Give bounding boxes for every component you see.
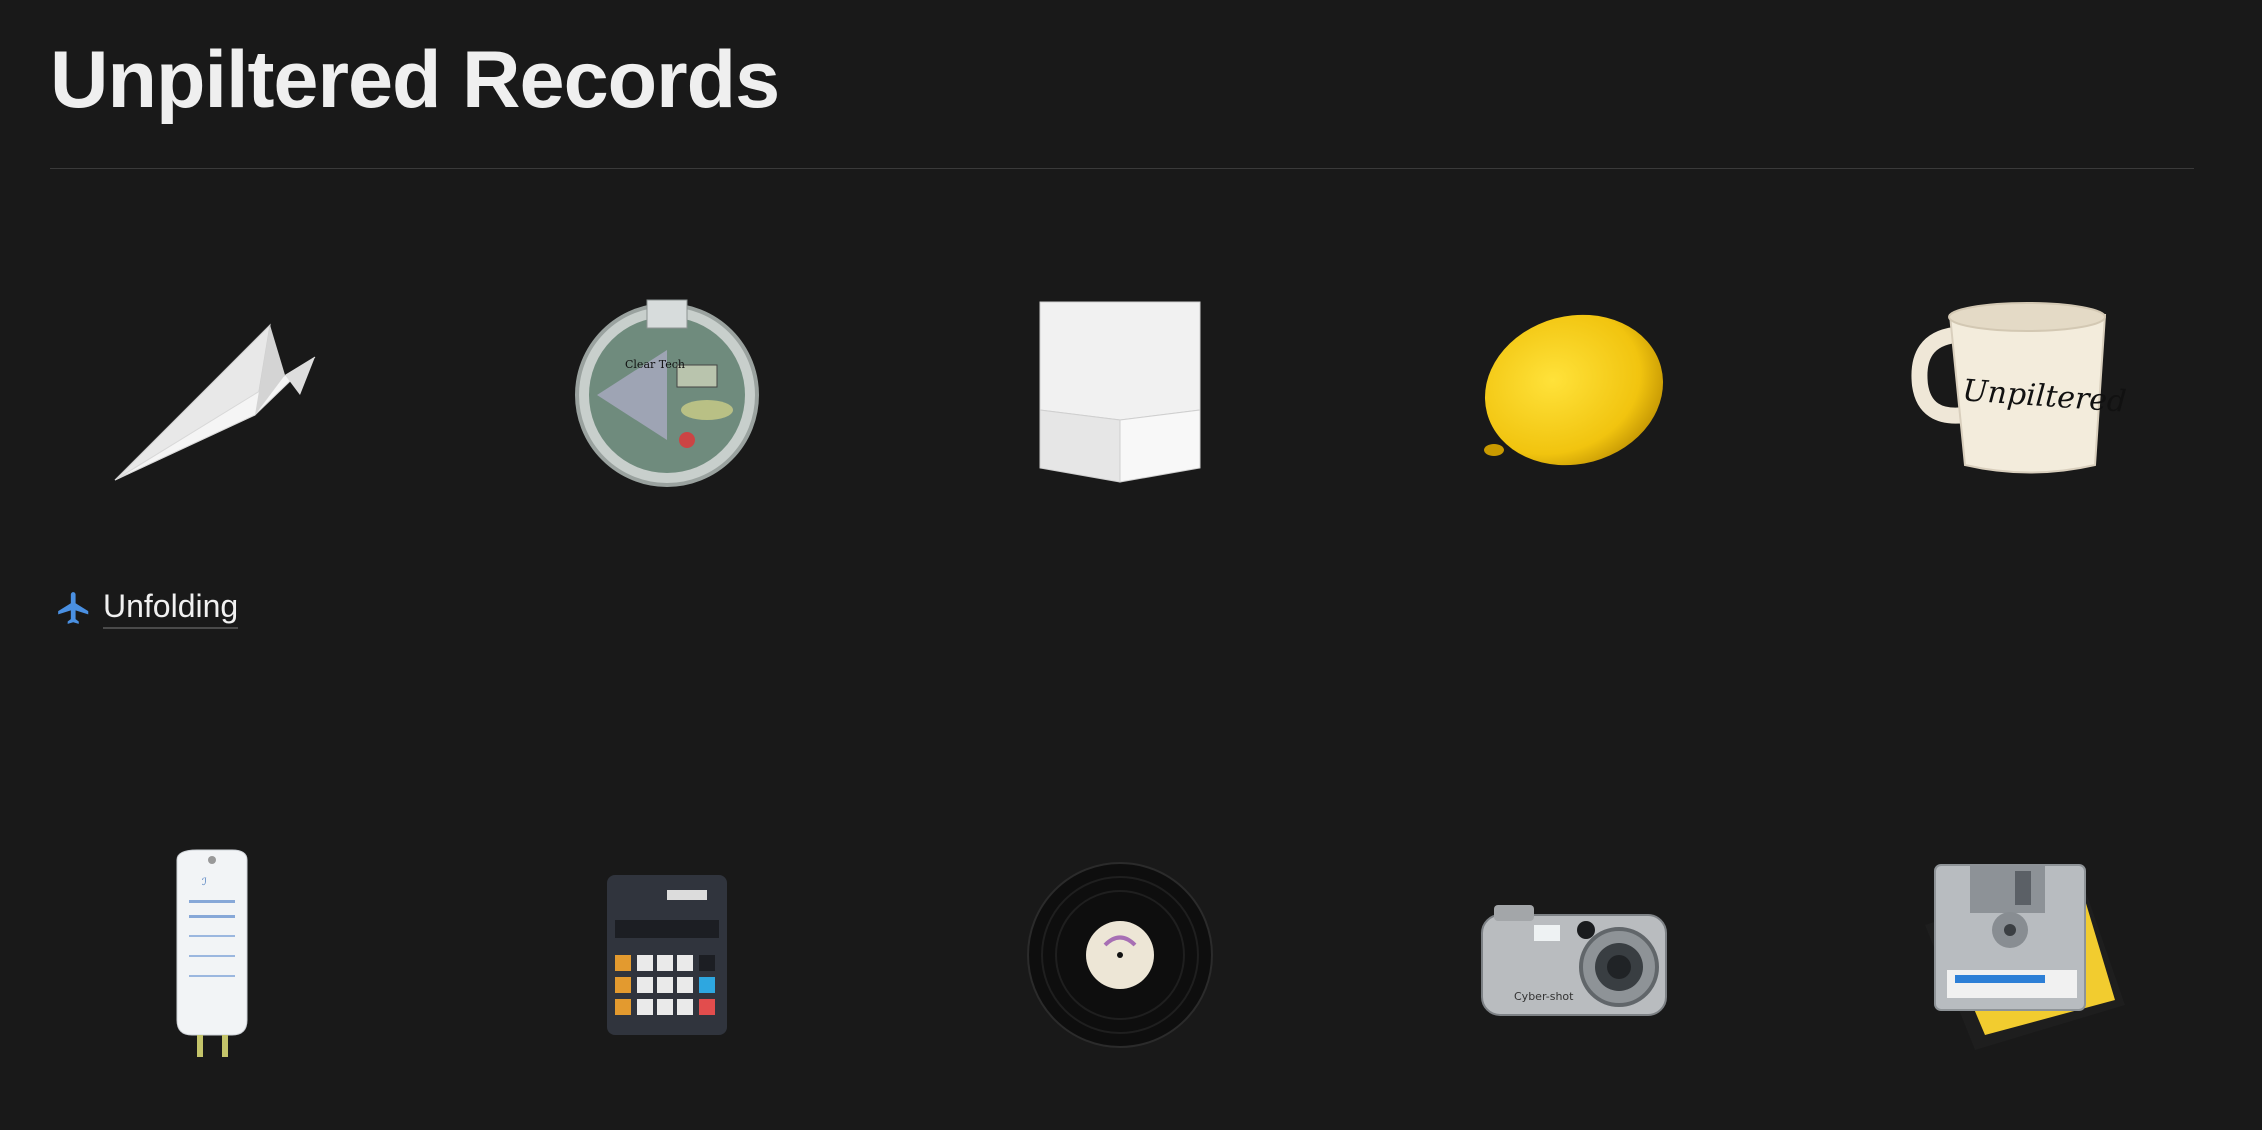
unfolding-label: Unfolding [103,586,239,629]
clear-device-image: Clear Tech [575,299,759,487]
svg-text:ℐ: ℐ [202,877,207,888]
item-mug[interactable]: Unpiltered [1910,280,2130,500]
item-floppy-disks[interactable] [1910,845,2130,1065]
camera-label: Cyber-shot [1514,990,1574,1003]
lemon-image [1484,314,1664,466]
page-title: Unpiltered Records [50,35,780,125]
unfolding-link[interactable]: Unfolding [55,586,239,629]
paper-airplane-image [114,323,316,481]
item-calculator[interactable] [557,845,777,1065]
digital-camera-image: Cyber-shot [1481,905,1667,1016]
title-divider [50,168,2194,169]
clear-device-label: Clear Tech [625,358,685,371]
vinyl-record-image [1027,862,1213,1048]
item-paper-airplane[interactable] [110,280,330,500]
mug-image: Unpiltered [1911,302,2127,474]
item-clear-device[interactable]: Clear Tech [557,280,777,500]
floppy-disks-image [1925,864,2125,1050]
item-lemon[interactable] [1464,280,1684,500]
item-white-box[interactable] [1010,280,1230,500]
calculator-image [607,875,727,1035]
item-vinyl-record[interactable] [1010,845,1230,1065]
airplane-icon [58,591,89,624]
iv-bag-image: ℐ [176,849,248,1057]
item-iv-bag[interactable]: ℐ [102,845,322,1065]
item-digital-camera[interactable]: Cyber-shot [1464,845,1684,1065]
white-box-image [1039,301,1201,483]
